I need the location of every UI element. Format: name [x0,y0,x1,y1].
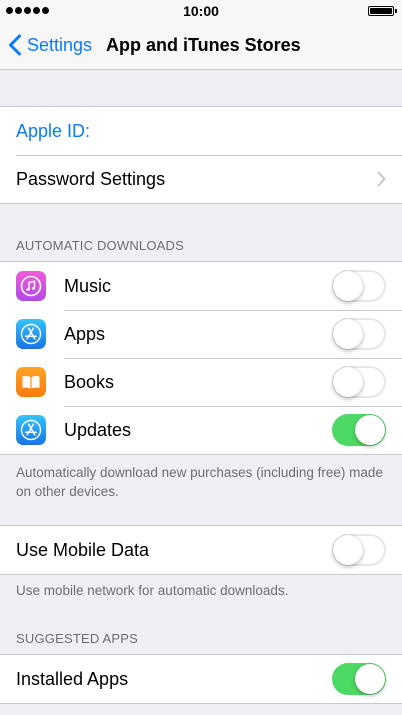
suggested-apps-group: Installed Apps [0,654,402,704]
installed-apps-toggle[interactable] [332,663,386,695]
automatic-downloads-group: Music Apps Books Updates [0,261,402,455]
apps-row: Apps [0,310,402,358]
mobile-data-group: Use Mobile Data [0,525,402,575]
section-header-automatic-downloads: AUTOMATIC DOWNLOADS [16,238,184,253]
back-button[interactable]: Settings [8,34,92,56]
updates-row: Updates [0,406,402,454]
navigation-bar: Settings App and iTunes Stores [0,22,402,70]
books-label: Books [64,371,115,392]
music-toggle[interactable] [332,270,386,302]
apple-id-row[interactable]: Apple ID: [0,107,402,155]
apps-toggle[interactable] [332,318,386,350]
password-settings-row[interactable]: Password Settings [0,155,402,203]
chevron-left-icon [9,34,21,56]
use-mobile-data-label: Use Mobile Data [16,539,150,560]
mobile-data-footer: Use mobile network for automatic downloa… [16,583,289,598]
use-mobile-data-toggle[interactable] [332,534,386,566]
use-mobile-data-row: Use Mobile Data [0,526,402,574]
status-time: 10:00 [183,3,219,19]
password-settings-label: Password Settings [16,168,166,189]
itunes-music-icon [16,271,46,301]
account-group: Apple ID: Password Settings [0,106,402,204]
updates-label: Updates [64,419,132,440]
chevron-right-icon [377,171,386,187]
back-button-label: Settings [27,34,93,55]
installed-apps-label: Installed Apps [16,668,129,689]
app-store-icon [16,319,46,349]
page-title: App and iTunes Stores [106,35,301,55]
automatic-downloads-footer: Automatically download new purchases (in… [16,465,383,499]
updates-toggle[interactable] [332,414,386,446]
music-label: Music [64,275,112,296]
apple-id-label: Apple ID: [16,120,91,141]
app-store-icon [16,415,46,445]
books-row: Books [0,358,402,406]
apps-label: Apps [64,323,106,344]
section-header-suggested-apps: SUGGESTED APPS [16,631,139,646]
ibooks-icon [16,367,46,397]
installed-apps-row: Installed Apps [0,655,402,703]
books-toggle[interactable] [332,366,386,398]
battery-icon [368,6,397,16]
status-bar: 10:00 [0,0,402,22]
music-row: Music [0,262,402,310]
